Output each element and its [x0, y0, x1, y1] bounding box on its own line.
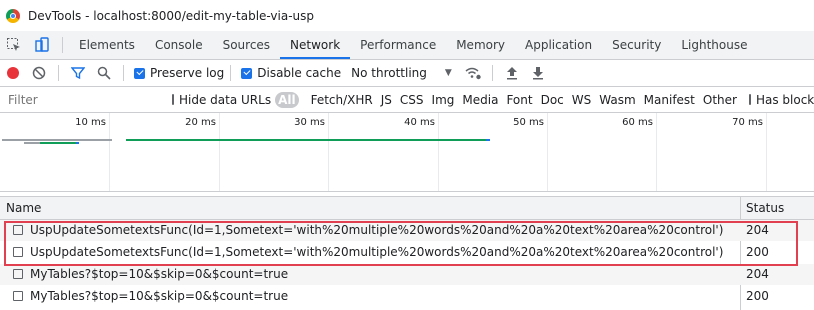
- tab-memory[interactable]: Memory: [446, 31, 515, 59]
- import-har-button[interactable]: [499, 60, 525, 86]
- device-toolbar-icon[interactable]: [28, 31, 56, 59]
- tab-lighthouse[interactable]: Lighthouse: [671, 31, 757, 59]
- panel-tabs-bar: Elements Console Sources Network Perform…: [0, 31, 814, 60]
- request-name: MyTables?$top=10&$skip=0&$count=true: [30, 267, 289, 281]
- filter-input[interactable]: [6, 90, 160, 109]
- filter-type-ws[interactable]: WS: [568, 93, 595, 107]
- search-icon: [97, 66, 111, 80]
- annotation-highlight-box: [4, 221, 798, 266]
- hide-data-urls-label: Hide data URLs: [179, 92, 272, 107]
- hide-data-urls-checkbox[interactable]: [172, 94, 174, 105]
- request-table-header: Name Status: [0, 196, 814, 220]
- tab-elements[interactable]: Elements: [69, 31, 145, 59]
- chrome-logo-icon: [6, 8, 20, 23]
- filter-type-other[interactable]: Other: [699, 93, 741, 107]
- filter-type-js[interactable]: JS: [377, 93, 396, 107]
- disable-cache-checkbox[interactable]: [241, 67, 253, 79]
- filter-type-media[interactable]: Media: [458, 93, 502, 107]
- download-icon: [532, 67, 543, 80]
- timeline-gridline: [656, 113, 657, 191]
- filter-type-manifest[interactable]: Manifest: [640, 93, 699, 107]
- has-blocked-cookies-label: Has block: [755, 92, 814, 107]
- timeline-tick-label: 50 ms: [513, 117, 544, 128]
- clear-icon: [32, 66, 46, 80]
- request-type-icon: [13, 291, 23, 301]
- chevron-down-icon[interactable]: ▼: [445, 68, 452, 78]
- record-button[interactable]: [0, 60, 26, 86]
- filter-bar: Hide data URLs All Fetch/XHR JS CSS Img …: [0, 87, 814, 113]
- export-har-button[interactable]: [525, 60, 551, 86]
- filter-type-fetch-xhr[interactable]: Fetch/XHR: [307, 93, 377, 107]
- request-type-icon: [13, 269, 23, 279]
- toolbar-separator: [491, 65, 493, 81]
- clear-button[interactable]: [26, 60, 52, 86]
- disable-cache-label: Disable cache: [257, 66, 342, 80]
- tabs-separator: [62, 37, 63, 53]
- filter-type-css[interactable]: CSS: [396, 93, 428, 107]
- preserve-log-label: Preserve log: [150, 66, 225, 80]
- request-status: 200: [746, 289, 769, 303]
- table-row[interactable]: MyTables?$top=10&$skip=0&$count=true 204: [0, 264, 814, 285]
- inspect-element-icon[interactable]: [0, 31, 28, 59]
- window-titlebar: DevTools - localhost:8000/edit-my-table-…: [0, 0, 814, 31]
- network-conditions-button[interactable]: [460, 60, 486, 86]
- column-header-status[interactable]: Status: [740, 197, 814, 219]
- timeline-bar: [76, 142, 79, 144]
- network-overview[interactable]: 10 ms 20 ms 30 ms 40 ms 50 ms 60 ms 70 m…: [0, 113, 814, 192]
- timeline-bar: [24, 142, 40, 144]
- timeline-tick-label: 30 ms: [294, 117, 325, 128]
- timeline-bar: [486, 139, 490, 141]
- toolbar-separator: [123, 65, 124, 81]
- tab-console[interactable]: Console: [145, 31, 213, 59]
- timeline-tick-label: 60 ms: [622, 117, 653, 128]
- filter-toggle-button[interactable]: [65, 60, 91, 86]
- tab-security[interactable]: Security: [602, 31, 671, 59]
- filter-type-doc[interactable]: Doc: [537, 93, 568, 107]
- timeline-bar: [2, 139, 112, 141]
- preserve-log-checkbox[interactable]: [134, 67, 145, 79]
- timeline-gridline: [219, 113, 220, 191]
- filter-type-all[interactable]: All: [275, 91, 299, 108]
- toolbar-separator: [230, 65, 232, 81]
- record-icon: [7, 67, 19, 79]
- timeline-gridline: [547, 113, 548, 191]
- filter-icon: [71, 67, 85, 80]
- timeline-bar: [40, 142, 76, 144]
- timeline-gridline: [766, 113, 767, 191]
- wifi-settings-icon: [465, 67, 481, 80]
- timeline-tick-label: 70 ms: [732, 117, 763, 128]
- window-title: DevTools - localhost:8000/edit-my-table-…: [28, 8, 315, 23]
- timeline-gridline: [109, 113, 110, 191]
- timeline-tick-label: 40 ms: [404, 117, 435, 128]
- upload-icon: [506, 67, 517, 80]
- tab-sources[interactable]: Sources: [213, 31, 280, 59]
- network-toolbar: Preserve log Disable cache No throttling…: [0, 60, 814, 87]
- column-header-name[interactable]: Name: [0, 197, 740, 219]
- toolbar-separator: [58, 65, 59, 81]
- filter-type-wasm[interactable]: Wasm: [595, 93, 639, 107]
- filter-type-font[interactable]: Font: [502, 93, 536, 107]
- search-button[interactable]: [91, 60, 117, 86]
- timeline-gridline: [438, 113, 439, 191]
- tab-network[interactable]: Network: [280, 31, 351, 59]
- tab-application[interactable]: Application: [515, 31, 602, 59]
- throttling-select[interactable]: No throttling: [351, 66, 427, 80]
- tab-performance[interactable]: Performance: [350, 31, 446, 59]
- table-row[interactable]: MyTables?$top=10&$skip=0&$count=true 200: [0, 286, 814, 307]
- request-name: MyTables?$top=10&$skip=0&$count=true: [30, 289, 289, 303]
- timeline-tick-label: 10 ms: [75, 117, 106, 128]
- filter-type-img[interactable]: Img: [428, 93, 459, 107]
- timeline-bar: [126, 139, 486, 141]
- timeline-tick-label: 20 ms: [185, 117, 216, 128]
- timeline-gridline: [328, 113, 329, 191]
- request-status: 204: [746, 267, 769, 281]
- has-blocked-cookies-checkbox[interactable]: [748, 94, 751, 105]
